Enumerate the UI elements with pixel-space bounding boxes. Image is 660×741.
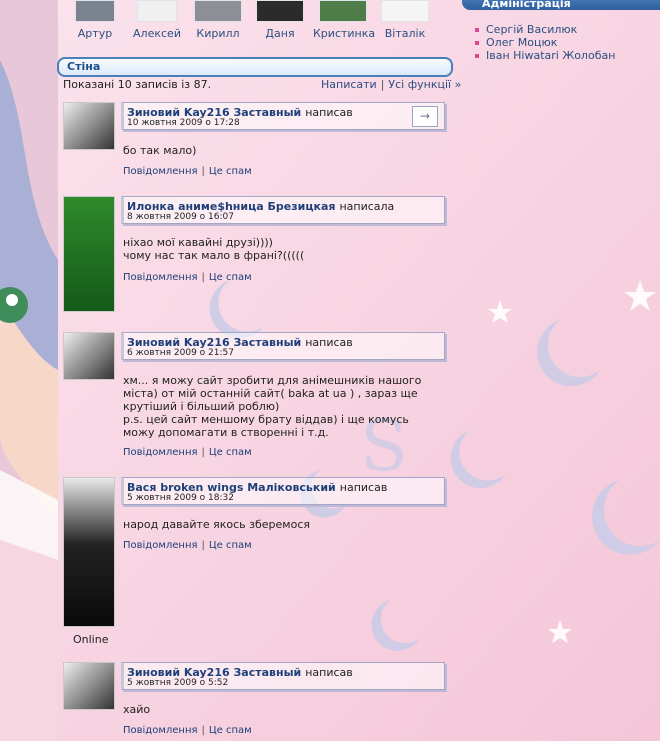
post-verb: написав: [305, 106, 353, 119]
wall-title: Стіна: [67, 60, 101, 73]
post-verb: написав: [305, 666, 353, 679]
post-text: хайо: [123, 703, 151, 716]
spam-link[interactable]: Це спам: [209, 272, 252, 283]
friend-avatar[interactable]: [319, 0, 367, 22]
friends-strip: Артур Алексей Кирилл Даня Кристинка Віта…: [60, 0, 450, 44]
friend-item[interactable]: Кирилл: [188, 0, 248, 40]
admin-list: Сергій Василюк Олег Моцюк Іван Hiwatari …: [474, 23, 615, 62]
post-links: Повідомлення | Це спам: [123, 272, 252, 283]
post-text: бо так мало): [123, 144, 197, 157]
post-verb: написав: [339, 481, 388, 494]
post-header: Зиновий Kay216 Заставный написав 6 жовтня…: [121, 332, 445, 360]
post-date: 6 жовтня 2009 о 21:57: [127, 348, 234, 358]
admin-link[interactable]: Олег Моцюк: [474, 36, 615, 49]
post-header: Илонка аниме$hница Брезицкая написала 8 ж…: [121, 196, 445, 224]
post-header: Зиновий Kay216 Заставный написав 10 жовтн…: [121, 102, 445, 130]
post-date: 5 жовтня 2009 о 5:52: [127, 678, 229, 688]
friend-item[interactable]: Віталік: [375, 0, 435, 40]
separator: |: [201, 725, 205, 736]
friend-avatar[interactable]: [137, 0, 177, 22]
wall-count: Показані 10 записів із 87.: [63, 78, 212, 91]
admin-link[interactable]: Сергій Василюк: [474, 23, 615, 36]
arrow-right-icon[interactable]: →: [412, 106, 438, 127]
separator: |: [201, 272, 205, 283]
online-status: Online: [73, 633, 109, 646]
spam-link[interactable]: Це спам: [209, 540, 252, 551]
post-verb: написала: [339, 200, 395, 213]
post-date: 5 жовтня 2009 о 18:32: [127, 493, 234, 503]
separator: |: [201, 166, 205, 177]
post-text: народ давайте якось зберемося: [123, 518, 310, 531]
post-verb: написав: [305, 336, 353, 349]
post-links: Повідомлення | Це спам: [123, 725, 252, 736]
post-avatar[interactable]: [63, 332, 115, 380]
friend-item[interactable]: Алексей: [127, 0, 187, 40]
post-date: 10 жовтня 2009 о 17:28: [127, 118, 240, 128]
post-avatar[interactable]: [63, 477, 115, 627]
post-avatar[interactable]: [63, 102, 115, 150]
post-header: Зиновий Kay216 Заставный написав 5 жовтня…: [121, 662, 445, 690]
friend-name[interactable]: Кирилл: [188, 27, 248, 40]
wall-actions: Написати | Усі функції »: [321, 78, 461, 91]
write-link[interactable]: Написати: [321, 78, 377, 91]
messages-link[interactable]: Повідомлення: [123, 447, 198, 458]
separator: |: [201, 447, 205, 458]
post-avatar[interactable]: [63, 662, 115, 710]
spam-link[interactable]: Це спам: [209, 725, 252, 736]
friend-item[interactable]: Даня: [250, 0, 310, 40]
wall-header: Стіна: [57, 57, 453, 77]
post-links: Повідомлення | Це спам: [123, 447, 252, 458]
friend-avatar[interactable]: [256, 0, 304, 22]
friend-name[interactable]: Кристинка: [313, 27, 375, 40]
messages-link[interactable]: Повідомлення: [123, 272, 198, 283]
admin-section-header: Адміністрація: [462, 0, 660, 10]
friend-avatar[interactable]: [75, 0, 115, 22]
post-header: Вася broken wings Маліковський написав 5 …: [121, 477, 445, 505]
post-date: 8 жовтня 2009 о 16:07: [127, 212, 234, 222]
messages-link[interactable]: Повідомлення: [123, 166, 198, 177]
friend-name[interactable]: Артур: [65, 27, 125, 40]
post-links: Повідомлення | Це спам: [123, 166, 252, 177]
separator: |: [201, 540, 205, 551]
admin-link[interactable]: Іван Hiwatari Жолобан: [474, 49, 615, 62]
friend-name[interactable]: Даня: [250, 27, 310, 40]
messages-link[interactable]: Повідомлення: [123, 540, 198, 551]
separator: |: [380, 78, 385, 91]
post-avatar[interactable]: [63, 196, 115, 312]
post-text: хм... я можу сайт зробити для анімешникі…: [123, 374, 422, 439]
all-functions-link[interactable]: Усі функції »: [388, 78, 461, 91]
friend-avatar[interactable]: [194, 0, 242, 22]
messages-link[interactable]: Повідомлення: [123, 725, 198, 736]
spam-link[interactable]: Це спам: [209, 447, 252, 458]
admin-section-title: Адміністрація: [482, 0, 571, 10]
post-text: ніхао мої кавайні друзі)))) чому нас так…: [123, 236, 305, 262]
spam-link[interactable]: Це спам: [209, 166, 252, 177]
friend-avatar[interactable]: [381, 0, 429, 22]
friend-item[interactable]: Кристинка: [313, 0, 375, 40]
post-links: Повідомлення | Це спам: [123, 540, 252, 551]
friend-name[interactable]: Віталік: [375, 27, 435, 40]
friend-name[interactable]: Алексей: [127, 27, 187, 40]
friend-item[interactable]: Артур: [65, 0, 125, 40]
